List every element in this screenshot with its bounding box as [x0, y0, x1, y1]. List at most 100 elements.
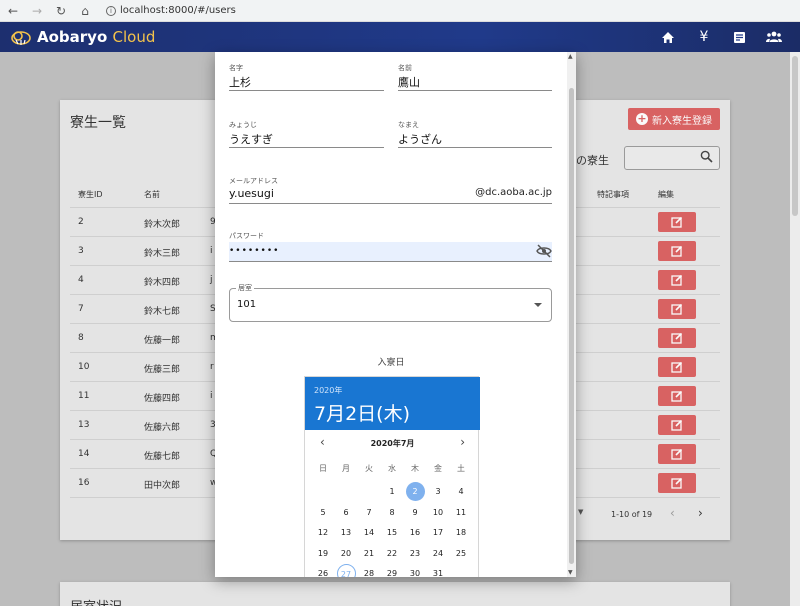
row-col3: j — [210, 275, 213, 285]
calendar-day[interactable]: 29 — [383, 564, 402, 577]
row-col3: i — [210, 391, 213, 401]
calendar-day[interactable]: 14 — [360, 523, 379, 542]
calendar-day[interactable]: 18 — [452, 523, 471, 542]
calendar-day[interactable]: 1 — [383, 482, 402, 501]
brand-name: Aobaryo Cloud — [37, 28, 155, 46]
edit-button[interactable] — [658, 328, 696, 348]
calendar-day[interactable]: 26 — [314, 564, 333, 577]
reload-icon[interactable]: ↻ — [54, 4, 68, 18]
first-kana-field[interactable]: なまえ ようざん — [398, 120, 552, 148]
plus-icon: + — [636, 112, 648, 125]
calendar-day[interactable]: 2 — [405, 482, 425, 501]
search-icon[interactable] — [700, 150, 713, 163]
calendar-day[interactable]: 8 — [383, 503, 402, 522]
edit-button[interactable] — [658, 357, 696, 377]
move-in-date-label: 入寮日 — [377, 358, 405, 368]
edit-icon — [671, 390, 683, 402]
yen-icon[interactable]: ¥ — [695, 29, 713, 45]
picker-month: 2020年7月 — [370, 439, 415, 448]
weekday-label: 月 — [342, 464, 350, 473]
app-logo[interactable]: Aobaryo Cloud — [10, 28, 155, 46]
edit-icon — [671, 274, 683, 286]
calendar-day[interactable]: 19 — [314, 544, 333, 563]
calendar-day[interactable]: 4 — [452, 482, 471, 501]
calendar-day[interactable]: 16 — [406, 523, 425, 542]
calendar-day[interactable]: 15 — [383, 523, 402, 542]
edit-button[interactable] — [658, 444, 696, 464]
app-nav: ¥ — [661, 22, 782, 52]
edit-button[interactable] — [658, 415, 696, 435]
search-input[interactable] — [624, 146, 720, 170]
people-icon[interactable] — [766, 31, 782, 43]
receipt-icon[interactable] — [733, 31, 746, 44]
password-value: •••••••• — [229, 246, 280, 256]
row-name: 佐藤四郎 — [144, 394, 181, 404]
home-icon[interactable] — [661, 31, 675, 44]
calendar-day[interactable]: 10 — [429, 503, 448, 522]
calendar-day[interactable]: 13 — [337, 523, 356, 542]
calendar-day[interactable]: 3 — [429, 482, 448, 501]
edit-button[interactable] — [658, 386, 696, 406]
calendar-day[interactable]: 25 — [452, 544, 471, 563]
edit-button[interactable] — [658, 241, 696, 261]
calendar-day[interactable]: 17 — [429, 523, 448, 542]
calendar-day[interactable]: 5 — [314, 503, 333, 522]
dialog-scrollbar[interactable]: ▲ ▼ — [567, 52, 576, 577]
date-picker-header: 2020年 7月2日(木) — [305, 377, 480, 430]
add-student-button[interactable]: + 新入寮生登録 — [628, 108, 720, 130]
calendar-day[interactable]: 30 — [406, 564, 425, 577]
page-scroll-thumb[interactable] — [792, 56, 798, 216]
room-select[interactable]: 居室 101 — [229, 283, 552, 322]
calendar-day[interactable]: 7 — [360, 503, 379, 522]
email-label: メールアドレス — [229, 177, 278, 185]
next-page-icon[interactable]: › — [698, 506, 703, 520]
edit-button[interactable] — [658, 299, 696, 319]
calendar-day[interactable]: 23 — [406, 544, 425, 563]
prev-page-icon[interactable]: ‹ — [670, 506, 675, 520]
last-name-label: 名字 — [229, 64, 243, 72]
edit-icon — [671, 419, 683, 431]
last-name-value: 上杉 — [229, 76, 251, 89]
email-value: y.uesugi — [229, 187, 274, 200]
forward-icon[interactable]: → — [30, 4, 44, 18]
scroll-up-icon[interactable]: ▲ — [568, 53, 573, 60]
dialog-scroll-thumb[interactable] — [569, 88, 574, 564]
calendar-day[interactable]: 21 — [360, 544, 379, 563]
address-bar[interactable]: i localhost:8000/#/users — [106, 5, 236, 16]
calendar-day[interactable]: 27 — [336, 564, 356, 577]
next-month-icon[interactable]: › — [460, 435, 465, 449]
picker-year[interactable]: 2020年 — [314, 385, 342, 396]
cloud-logo-icon — [11, 31, 31, 45]
first-name-field[interactable]: 名前 鷹山 — [398, 63, 552, 91]
calendar-day[interactable]: 22 — [383, 544, 402, 563]
home-browser-icon[interactable]: ⌂ — [78, 4, 92, 18]
info-icon[interactable]: i — [106, 5, 116, 16]
edit-button[interactable] — [658, 270, 696, 290]
back-icon[interactable]: ← — [6, 4, 20, 18]
brand-main: Aobaryo — [37, 28, 108, 46]
row-id: 10 — [78, 362, 90, 372]
last-name-field[interactable]: 名字 上杉 — [229, 63, 384, 91]
page-scrollbar[interactable] — [790, 52, 800, 606]
calendar-day[interactable]: 9 — [406, 503, 425, 522]
calendar-day[interactable]: 12 — [314, 523, 333, 542]
row-name: 佐藤六郎 — [144, 423, 181, 433]
last-kana-field[interactable]: みょうじ うえすぎ — [229, 120, 384, 148]
calendar-day[interactable]: 28 — [360, 564, 379, 577]
rows-per-page-dropdown[interactable]: ▼ — [578, 508, 583, 516]
edit-icon — [671, 361, 683, 373]
brand-sub: Cloud — [112, 28, 156, 46]
row-name: 佐藤七郎 — [144, 452, 181, 462]
calendar-day[interactable]: 24 — [429, 544, 448, 563]
calendar-day[interactable]: 31 — [429, 564, 448, 577]
calendar-day[interactable]: 20 — [337, 544, 356, 563]
eye-off-icon[interactable] — [536, 244, 552, 258]
calendar-day[interactable]: 11 — [452, 503, 471, 522]
scroll-down-icon[interactable]: ▼ — [568, 569, 573, 576]
dropdown-arrow-icon[interactable] — [534, 303, 542, 307]
edit-button[interactable] — [658, 473, 696, 493]
edit-button[interactable] — [658, 212, 696, 232]
password-field[interactable]: パスワード •••••••• — [229, 232, 552, 262]
calendar-day[interactable]: 6 — [337, 503, 356, 522]
email-field[interactable]: メールアドレス y.uesugi @dc.aoba.ac.jp — [229, 176, 552, 204]
